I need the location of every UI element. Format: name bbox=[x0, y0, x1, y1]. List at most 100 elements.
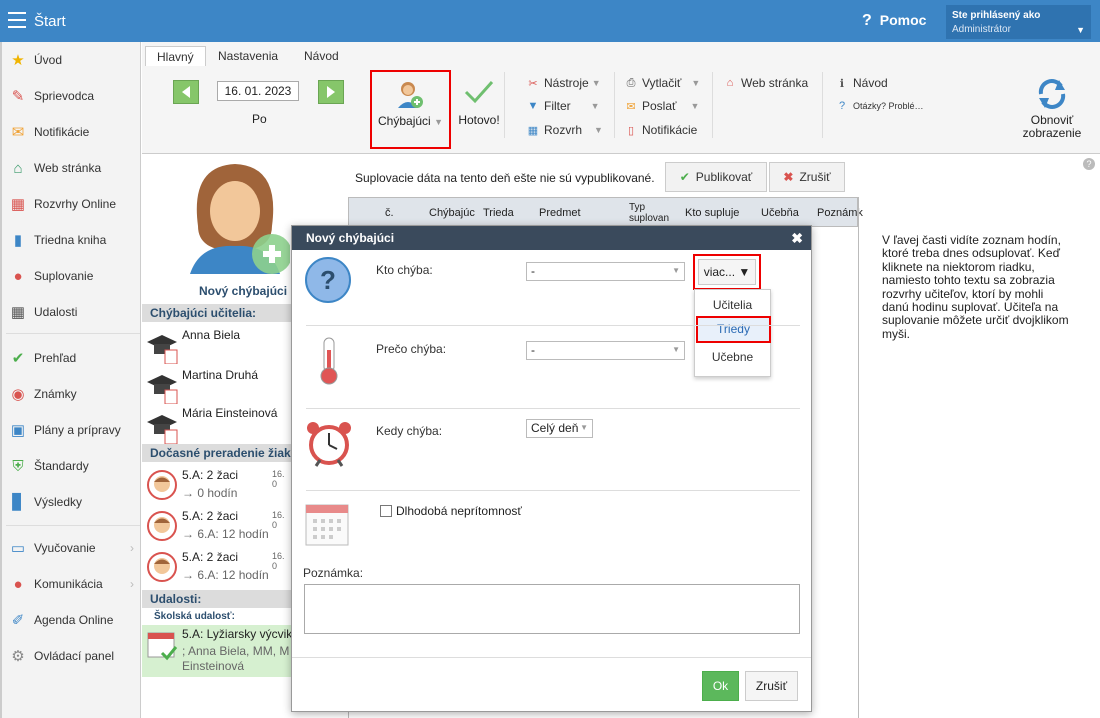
col-header[interactable]: Kto supluje bbox=[685, 207, 739, 219]
web-stranka-button[interactable]: ⌂ Web stránka bbox=[722, 74, 808, 92]
sidebar-item-prehlad[interactable]: ✔ Prehľad bbox=[4, 343, 140, 373]
col-header[interactable]: Učebňa bbox=[761, 207, 799, 219]
col-header[interactable]: č. bbox=[385, 207, 394, 219]
hamburger-menu-icon[interactable] bbox=[8, 12, 26, 28]
sidebar-item-rozvrhy-online[interactable]: ▦ Rozvrhy Online bbox=[4, 189, 140, 219]
list-item[interactable]: 5.A: 2 žaci → 0 hodín 16. 0 bbox=[142, 466, 292, 506]
help-text: V ľavej časti vidíte zoznam hodín, ktoré… bbox=[882, 233, 1069, 341]
sidebar-item-notifikacie[interactable]: ✉ Notifikácie bbox=[4, 117, 140, 147]
question-icon: ? bbox=[862, 12, 872, 29]
list-item[interactable]: Martina Druhá bbox=[142, 366, 292, 406]
preco-chyba-label: Prečo chýba: bbox=[376, 342, 447, 356]
dropdown-arrow-icon: ▼ bbox=[691, 78, 701, 88]
navod-button[interactable]: ℹ Návod bbox=[834, 74, 888, 92]
list-item[interactable]: Mária Einsteinová bbox=[142, 406, 292, 446]
tab-hlavny[interactable]: Hlavný bbox=[145, 46, 206, 66]
help-link[interactable]: ? Pomoc bbox=[862, 12, 926, 30]
regroup-title: 5.A: 2 žaci bbox=[182, 468, 239, 482]
hotovo-button[interactable]: Hotovo! bbox=[455, 78, 503, 127]
kto-chyba-select[interactable]: - ▼ bbox=[526, 262, 685, 281]
list-item[interactable]: Anna Biela bbox=[142, 326, 292, 366]
event-item[interactable]: 5.A: Lyžiarsky výcvik ; Anna Biela, MM, … bbox=[142, 625, 292, 677]
dlhodoba-checkbox[interactable] bbox=[380, 505, 392, 517]
regroup-sub: → 6.A: 12 hodín bbox=[182, 527, 269, 541]
new-absent-link[interactable]: Nový chýbajúci bbox=[199, 284, 287, 298]
dlhodoba-checkbox-row[interactable]: Dlhodobá neprítomnosť bbox=[380, 504, 522, 518]
notifikacie-button[interactable]: ▯ Notifikácie bbox=[623, 121, 697, 139]
publish-button[interactable]: ✔ Publikovať bbox=[665, 162, 767, 192]
tab-navod[interactable]: Návod bbox=[293, 46, 350, 66]
menu-item-ucebne[interactable]: Učebne bbox=[695, 350, 770, 364]
date-field[interactable]: 16. 01. 2023 bbox=[217, 81, 299, 101]
sidebar-item-label: Vyučovanie bbox=[34, 541, 96, 555]
sidebar-item-triedna-kniha[interactable]: ▮ Triedna kniha bbox=[4, 225, 140, 255]
rozvrh-button[interactable]: ▦ Rozvrh ▼ bbox=[525, 121, 603, 139]
zrusit-button[interactable]: Zrušiť bbox=[745, 671, 798, 701]
sidebar-item-vyucovanie[interactable]: ▭ Vyučovanie › bbox=[4, 533, 140, 563]
regroup-sub: → 6.A: 12 hodín bbox=[182, 568, 269, 582]
list-item[interactable]: 5.A: 2 žaci → 6.A: 12 hodín 16. 0 bbox=[142, 507, 292, 547]
poslat-button[interactable]: ✉ Poslať ▼ bbox=[623, 97, 699, 115]
sidebar-item-standardy[interactable]: ⛨ Štandardy bbox=[4, 451, 140, 481]
viac-button[interactable]: viac... ▼ bbox=[698, 259, 756, 285]
otazky-link[interactable]: ? Otázky? Problé… bbox=[834, 97, 924, 115]
new-absent-person-icon bbox=[398, 82, 423, 108]
ribbon-divider bbox=[712, 72, 713, 138]
obnovit-button[interactable]: Obnoviť zobrazenie bbox=[1012, 78, 1092, 140]
sidebar-item-web-stranka[interactable]: ⌂ Web stránka bbox=[4, 153, 140, 183]
preco-chyba-select[interactable]: - ▼ bbox=[526, 341, 685, 360]
new-absent-dialog: Nový chýbajúci ✖ ? Kto chýba: - ▼ viac...… bbox=[291, 225, 812, 712]
col-header[interactable]: Poznámk bbox=[817, 207, 863, 219]
sidebar-item-ovladaci-panel[interactable]: ⚙ Ovládací panel bbox=[4, 641, 140, 671]
sidebar-item-suplovanie[interactable]: ● Suplovanie bbox=[4, 261, 140, 291]
sidebar-item-udalosti[interactable]: ▦ Udalosti bbox=[4, 297, 140, 327]
vytlacit-button[interactable]: ⎙ Vytlačiť ▼ bbox=[623, 74, 701, 92]
sidebar-item-label: Výsledky bbox=[34, 495, 83, 509]
filter-button[interactable]: ▼ Filter ▼ bbox=[525, 97, 600, 115]
poznamka-textarea[interactable] bbox=[304, 584, 800, 634]
menu-item-triedy[interactable]: Triedy bbox=[696, 316, 771, 343]
sidebar-item-znamky[interactable]: ◉ Známky bbox=[4, 379, 140, 409]
regroup-date: 16. 0 bbox=[272, 551, 285, 571]
thermometer-icon bbox=[320, 337, 338, 385]
poslat-label: Poslať bbox=[642, 99, 677, 113]
chybajuci-button[interactable]: Chýbajúci ▼ bbox=[370, 70, 451, 149]
col-header[interactable]: Predmet bbox=[539, 207, 581, 219]
kedy-chyba-select[interactable]: Celý deň ▼ bbox=[526, 419, 593, 438]
x-icon: ✖ bbox=[783, 170, 794, 184]
sidebar-item-vysledky[interactable]: ▊ Výsledky bbox=[4, 487, 140, 517]
chat-icon: ● bbox=[13, 575, 23, 593]
unpublished-message: Suplovacie dáta na tento deň ešte nie sú… bbox=[355, 171, 655, 185]
nastroje-button[interactable]: ✂ Nástroje ▼ bbox=[525, 74, 600, 92]
next-day-button[interactable] bbox=[318, 80, 344, 104]
ribbon-divider bbox=[614, 72, 615, 138]
user-line2: Administrátor bbox=[952, 24, 1011, 35]
sidebar-item-uvod[interactable]: ★ Úvod bbox=[4, 45, 140, 75]
new-absent-avatar-icon[interactable] bbox=[180, 156, 290, 274]
list-item[interactable]: 5.A: 2 žaci → 6.A: 12 hodín 16. 0 bbox=[142, 548, 292, 588]
gear-icon: ⚙ bbox=[11, 648, 25, 665]
help-icon[interactable]: ? bbox=[1083, 158, 1095, 170]
calendar-check-icon bbox=[147, 632, 178, 661]
sidebar-item-label: Plány a prípravy bbox=[34, 423, 121, 437]
col-header[interactable]: Typ suplovan bbox=[629, 202, 675, 224]
alarm-clock-icon bbox=[307, 422, 351, 467]
close-icon[interactable]: ✖ bbox=[791, 230, 803, 247]
tab-nastavenia[interactable]: Nastavenia bbox=[207, 46, 289, 66]
col-header[interactable]: Chýbajúc bbox=[429, 207, 475, 219]
prev-day-button[interactable] bbox=[173, 80, 199, 104]
menu-item-ucitelia[interactable]: Učitelia bbox=[695, 298, 770, 312]
sidebar-item-komunikacia[interactable]: ● Komunikácia › bbox=[4, 569, 140, 599]
cancel-publish-button[interactable]: ✖ Zrušiť bbox=[769, 162, 845, 192]
user-menu[interactable]: Ste prihlásený ako Administrátor ▼ bbox=[946, 5, 1091, 39]
ok-button[interactable]: Ok bbox=[702, 671, 739, 701]
col-header[interactable]: Trieda bbox=[483, 207, 514, 219]
pen-icon: ✐ bbox=[11, 612, 25, 629]
filter-icon: ▼ bbox=[527, 100, 539, 112]
sidebar-item-agenda-online[interactable]: ✐ Agenda Online bbox=[4, 605, 140, 635]
student-icon bbox=[147, 511, 177, 541]
sidebar-item-label: Prehľad bbox=[34, 351, 77, 365]
sidebar-item-sprievodca[interactable]: ✎ Sprievodca bbox=[4, 81, 140, 111]
sidebar-item-plany[interactable]: ▣ Plány a prípravy bbox=[4, 415, 140, 445]
sidebar: ★ Úvod ✎ Sprievodca ✉ Notifikácie ⌂ Web strá… bbox=[0, 42, 141, 718]
